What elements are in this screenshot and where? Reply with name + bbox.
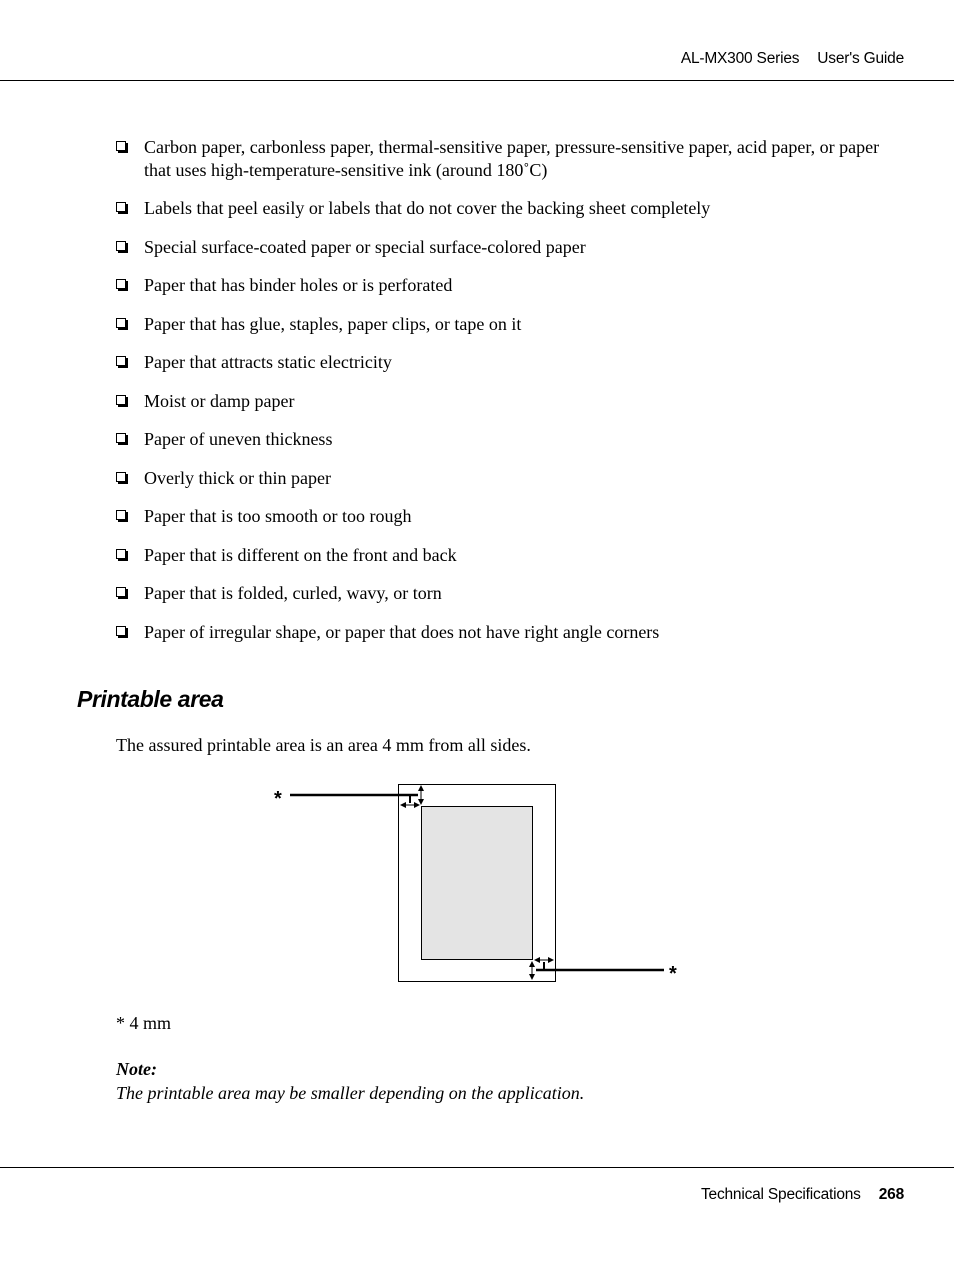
- callout-asterisk-top: *: [274, 788, 282, 810]
- list-item: Special surface-coated paper or special …: [116, 236, 906, 259]
- checkbox-bullet-icon: [116, 587, 126, 597]
- note-block: Note: The printable area may be smaller …: [116, 1057, 584, 1105]
- checkbox-bullet-icon: [116, 279, 126, 289]
- printable-area-diagram: * *: [274, 784, 677, 985]
- list-item: Paper that is folded, curled, wavy, or t…: [116, 582, 906, 605]
- section-title: Printable area: [77, 686, 224, 712]
- list-item: Moist or damp paper: [116, 390, 906, 413]
- note-text: The printable area may be smaller depend…: [116, 1083, 585, 1103]
- list-item: Paper that is different on the front and…: [116, 544, 906, 567]
- checkbox-bullet-icon: [116, 141, 126, 151]
- diagram-footnote: * 4 mm: [116, 1013, 172, 1033]
- list-item: Labels that peel easily or labels that d…: [116, 197, 906, 220]
- checkbox-bullet-icon: [116, 202, 126, 212]
- list-item: Paper that is too smooth or too rough: [116, 505, 906, 528]
- running-footer: Technical Specifications 268: [701, 1186, 904, 1204]
- footer-chapter: Technical Specifications: [700, 1186, 861, 1203]
- list-item: Paper that has binder holes or is perfor…: [116, 274, 906, 297]
- running-header: AL-MX300 Series User's Guide: [681, 50, 904, 68]
- header-rule: [0, 80, 954, 81]
- checkbox-bullet-icon: [116, 548, 126, 559]
- printable-area-rect: [421, 806, 533, 960]
- list-item: Paper of uneven thickness: [116, 428, 906, 451]
- unsuitable-paper-list: Carbon paper, carbonless paper, thermal-…: [116, 136, 906, 659]
- checkbox-bullet-icon: [116, 356, 126, 366]
- checkbox-bullet-icon: [116, 510, 126, 520]
- list-item: Overly thick or thin paper: [116, 467, 906, 490]
- checkbox-bullet-icon: [116, 625, 126, 636]
- list-item: Carbon paper, carbonless paper, thermal-…: [116, 136, 906, 181]
- list-item: Paper of irregular shape, or paper that …: [116, 621, 906, 644]
- checkbox-bullet-icon: [116, 471, 126, 482]
- section-intro: The assured printable area is an area 4 …: [116, 735, 531, 755]
- page-number: 268: [878, 1186, 904, 1203]
- list-item: Paper that attracts static electricity: [116, 351, 906, 374]
- checkbox-bullet-icon: [116, 240, 126, 251]
- callout-asterisk-bottom: *: [669, 963, 677, 985]
- header-guide: User's Guide: [817, 50, 904, 67]
- checkbox-bullet-icon: [116, 433, 126, 443]
- list-item: Paper that has glue, staples, paper clip…: [116, 313, 906, 336]
- footer-rule: [0, 1167, 954, 1168]
- header-product: AL-MX300 Series: [680, 50, 800, 67]
- note-label: Note:: [116, 1059, 157, 1079]
- checkbox-bullet-icon: [116, 394, 126, 405]
- checkbox-bullet-icon: [116, 317, 126, 328]
